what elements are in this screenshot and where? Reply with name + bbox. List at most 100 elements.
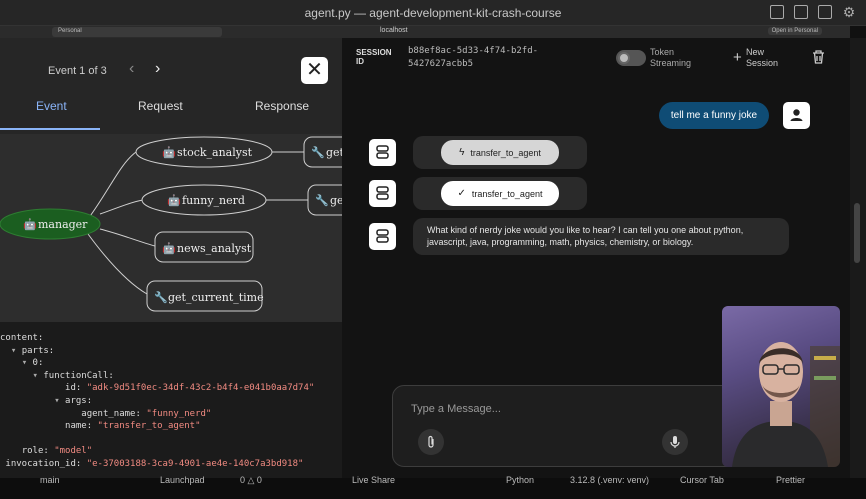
json-toggle-icon[interactable]: ▾ bbox=[33, 371, 44, 381]
session-id-value: b88ef8ac-5d33-4f74-b2fd-5427627acbb5 bbox=[408, 46, 539, 69]
agent-graph: 🤖 manager 🤖 stock_analyst 🤖 funny_nerd 🤖… bbox=[0, 134, 342, 322]
graph-node-manager-label: manager bbox=[38, 218, 88, 231]
event-panel: Event 1 of 3 ‹ › ✕ Event Request Respons… bbox=[0, 38, 342, 478]
browser-tab-label: Personal bbox=[58, 28, 82, 34]
json-key: agent_name: bbox=[81, 408, 147, 419]
window-scrollbar[interactable] bbox=[850, 38, 866, 478]
json-key: name: bbox=[65, 421, 98, 432]
json-line: ▾ functionCall: bbox=[0, 370, 342, 383]
json-line: role: "model" bbox=[0, 445, 342, 458]
svg-text:🔧: 🔧 bbox=[315, 193, 329, 207]
statusbar-prettier[interactable]: Prettier bbox=[776, 475, 805, 485]
bot-icon bbox=[376, 229, 389, 243]
graph-node-news-analyst-label: news_analyst bbox=[177, 242, 252, 255]
statusbar-interpreter[interactable]: 3.12.8 (.venv: venv) bbox=[570, 475, 649, 485]
statusbar-cursor-tab[interactable]: Cursor Tab bbox=[680, 475, 724, 485]
event-header: Event 1 of 3 ‹ › ✕ Event Request Respons… bbox=[0, 38, 342, 134]
tab-request[interactable]: Request bbox=[138, 99, 183, 113]
json-key: functionCall: bbox=[43, 370, 114, 381]
message-input[interactable]: Type a Message... bbox=[411, 403, 501, 415]
settings-gear-icon[interactable]: ⚙ bbox=[842, 4, 856, 20]
json-key: role: bbox=[21, 446, 55, 457]
attach-button[interactable] bbox=[418, 429, 444, 455]
graph-node-tool-2[interactable]: 🔧 ge bbox=[307, 184, 342, 216]
plus-icon[interactable]: + bbox=[733, 49, 742, 66]
delete-session-icon[interactable] bbox=[812, 50, 825, 64]
new-session-button[interactable]: New Session bbox=[746, 47, 786, 69]
user-message-bubble: tell me a funny joke bbox=[659, 102, 769, 129]
tab-response[interactable]: Response bbox=[255, 99, 309, 113]
json-value: "e-37003188-3ca9-4901-ae4e-140c7a3bd918" bbox=[86, 458, 304, 469]
bot-icon bbox=[376, 186, 389, 200]
statusbar-branch[interactable]: main bbox=[40, 475, 60, 485]
check-icon: ✓ bbox=[457, 188, 466, 199]
toggle-secondary-sidebar-icon[interactable] bbox=[818, 5, 832, 19]
graph-node-stock-analyst[interactable]: 🤖 stock_analyst bbox=[135, 136, 273, 168]
json-line: ▾ parts: bbox=[0, 345, 342, 358]
token-streaming-toggle[interactable] bbox=[616, 50, 646, 66]
json-key: invocation_id: bbox=[5, 458, 87, 469]
tab-event[interactable]: Event bbox=[36, 99, 67, 113]
json-toggle-icon[interactable]: ▾ bbox=[11, 346, 22, 356]
graph-node-funny-nerd[interactable]: 🤖 funny_nerd bbox=[141, 184, 267, 216]
graph-node-funny-nerd-label: funny_nerd bbox=[182, 194, 245, 207]
statusbar-problems[interactable]: 0 △ 0 bbox=[240, 475, 262, 486]
paperclip-icon bbox=[428, 435, 434, 448]
bot-avatar-1 bbox=[369, 139, 396, 166]
url-bar[interactable]: localhost bbox=[380, 27, 408, 34]
toggle-knob bbox=[618, 52, 630, 64]
microphone-button[interactable] bbox=[662, 429, 688, 455]
next-event-button[interactable]: › bbox=[155, 60, 160, 78]
json-toggle-icon[interactable]: ▾ bbox=[54, 396, 65, 406]
browser-tab[interactable]: Personal bbox=[52, 27, 222, 37]
svg-text:🤖: 🤖 bbox=[167, 194, 181, 207]
json-line bbox=[0, 433, 342, 446]
statusbar-launchpad[interactable]: Launchpad bbox=[160, 475, 205, 485]
json-key: id: bbox=[65, 383, 87, 394]
json-line: agent_name: "funny_nerd" bbox=[0, 408, 342, 421]
agent-reply-text: What kind of nerdy joke would you like t… bbox=[427, 225, 744, 247]
json-toggle-icon[interactable]: ▾ bbox=[22, 358, 33, 368]
graph-node-get-current-time-label: get_current_time bbox=[168, 291, 264, 304]
graph-node-news-analyst[interactable]: 🤖 news_analyst bbox=[154, 231, 254, 263]
close-event-panel-button[interactable]: ✕ bbox=[301, 57, 328, 84]
presenter-image bbox=[732, 342, 840, 467]
json-line: id: "adk-9d51f0ec-34df-43c2-b4f4-e041b0a… bbox=[0, 382, 342, 395]
json-value: "transfer_to_agent" bbox=[97, 421, 201, 432]
svg-text:🤖: 🤖 bbox=[162, 146, 176, 159]
graph-node-get-current-time[interactable]: 🔧 get_current_time bbox=[146, 280, 264, 312]
json-value: "funny_nerd" bbox=[146, 408, 212, 419]
toggle-panel-icon[interactable] bbox=[794, 5, 808, 19]
prev-event-button[interactable]: ‹ bbox=[129, 60, 134, 78]
toggle-sidebar-icon[interactable] bbox=[770, 5, 784, 19]
svg-text:🤖: 🤖 bbox=[162, 242, 176, 255]
webcam-overlay bbox=[722, 306, 840, 467]
statusbar-python[interactable]: Python bbox=[506, 475, 534, 485]
json-key: parts: bbox=[21, 345, 55, 356]
svg-text:🔧: 🔧 bbox=[154, 290, 168, 304]
scrollbar-thumb[interactable] bbox=[854, 203, 860, 263]
event-json-view: content: ▾ parts: ▾ 0: ▾ functionCall: i… bbox=[0, 322, 342, 478]
json-value: "adk-9d51f0ec-34df-43c2-b4f4-e041b0aa7d7… bbox=[86, 383, 315, 394]
json-line: invocation_id: "e-37003188-3ca9-4901-ae4… bbox=[0, 458, 342, 471]
open-in-button[interactable]: Open in Personal bbox=[767, 27, 822, 35]
graph-node-tool-2-label: ge bbox=[330, 194, 342, 207]
token-streaming-label: Token Streaming bbox=[650, 47, 692, 68]
user-avatar bbox=[783, 102, 810, 129]
function-response-pill[interactable]: ✓ transfer_to_agent bbox=[441, 181, 559, 206]
window-titlebar: agent.py — agent-development-kit-crash-c… bbox=[0, 0, 866, 26]
agent-graph-svg: 🤖 manager 🤖 stock_analyst 🤖 funny_nerd 🤖… bbox=[0, 136, 342, 312]
graph-node-tool-1[interactable]: 🔧 get bbox=[303, 136, 342, 168]
function-call-pill[interactable]: ϟ transfer_to_agent bbox=[441, 140, 559, 165]
json-line: name: "transfer_to_agent" bbox=[0, 420, 342, 433]
graph-node-stock-analyst-label: stock_analyst bbox=[177, 146, 253, 159]
session-id-label: SESSION ID bbox=[356, 48, 392, 66]
graph-node-manager[interactable]: 🤖 manager bbox=[0, 208, 101, 240]
statusbar-live-share[interactable]: Live Share bbox=[352, 475, 395, 485]
